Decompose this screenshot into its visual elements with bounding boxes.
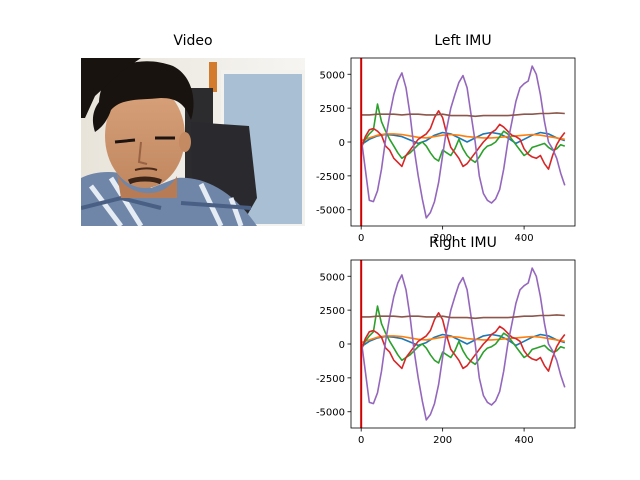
left-imu-series-4 bbox=[360, 110, 566, 170]
right-imu-series-6 bbox=[361, 314, 565, 320]
right-imu-series-5 bbox=[360, 267, 566, 421]
left-imu-series-6 bbox=[361, 112, 565, 118]
left-imu-axes-frame bbox=[350, 57, 576, 227]
right-imu-ytick-label: 0 bbox=[339, 340, 345, 351]
left-imu-plot: 500025000-2500-50000 200 400 bbox=[316, 57, 576, 244]
right-imu-ytick-label: 5000 bbox=[320, 272, 345, 283]
right-imu-plot: 5000 2500 0 -2500 -5000 0 200 400 bbox=[316, 259, 576, 446]
left-imu-series-3 bbox=[360, 103, 566, 164]
left-imu-ytick-label: 2500 bbox=[320, 104, 345, 115]
right-imu-xtick-label: 0 bbox=[358, 435, 364, 446]
right-imu-xtick-label: 400 bbox=[515, 435, 534, 446]
right-imu-series-1 bbox=[360, 333, 566, 348]
right-imu-series-3 bbox=[360, 305, 566, 366]
left-imu-series-1 bbox=[360, 131, 566, 146]
video-image bbox=[81, 58, 305, 226]
left-imu-ytick-label: 5000 bbox=[320, 70, 345, 81]
left-imu-ytick-label: -2500 bbox=[316, 172, 345, 183]
right-imu-ytick-label: -2500 bbox=[316, 374, 345, 385]
right-imu-ytick-label: -5000 bbox=[316, 408, 345, 419]
left-imu-series-5 bbox=[360, 65, 566, 219]
left-imu-series-2 bbox=[360, 133, 565, 142]
right-imu-title: Right IMU bbox=[429, 235, 497, 251]
right-imu-series-4 bbox=[360, 311, 566, 372]
left-imu-ytick-label: 0 bbox=[339, 138, 345, 149]
left-imu-ytick-label: -5000 bbox=[316, 206, 345, 217]
right-imu-ytick-label: 2500 bbox=[320, 306, 345, 317]
right-imu-series-2 bbox=[360, 335, 565, 344]
video-frame bbox=[81, 58, 305, 226]
left-imu-title: Left IMU bbox=[434, 33, 492, 49]
video-title: Video bbox=[173, 33, 213, 49]
right-imu-xtick-label: 200 bbox=[433, 435, 452, 446]
right-imu-axes-frame bbox=[350, 259, 576, 429]
